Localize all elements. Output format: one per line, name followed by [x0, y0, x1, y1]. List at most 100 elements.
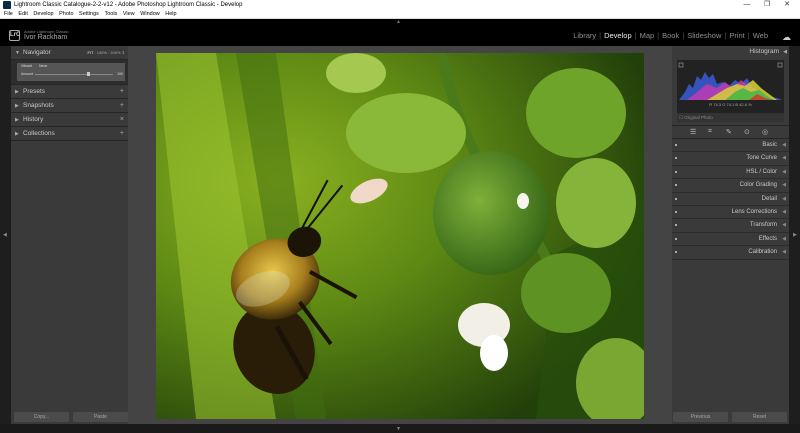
- menu-file[interactable]: File: [4, 10, 13, 19]
- section-transform[interactable]: Transform ◀: [672, 219, 789, 233]
- brush-icon[interactable]: ✎: [726, 128, 732, 136]
- paste-button[interactable]: Paste: [73, 412, 128, 422]
- preview-label-neon: Neon: [39, 64, 48, 68]
- right-edge-strip: ▶: [789, 46, 800, 424]
- filmstrip-toggle-icon[interactable]: ▼: [396, 426, 401, 432]
- navigator-image: Vibrant Neon Amount 100: [17, 63, 125, 81]
- histogram-header[interactable]: Histogram ◀: [672, 46, 789, 58]
- expand-triangle-icon: ◀: [782, 195, 786, 202]
- navigator-zoom[interactable]: FIT : 100% : 200% ⇕: [87, 46, 125, 60]
- menu-help[interactable]: Help: [165, 10, 176, 19]
- window-title: Lightroom Classic Catalogue-2-2-v12 - Ad…: [14, 2, 243, 8]
- zoom-100[interactable]: 100%: [97, 50, 107, 55]
- previous-button[interactable]: Previous: [673, 412, 728, 422]
- module-map[interactable]: Map: [640, 31, 655, 40]
- photo-canvas[interactable]: [128, 46, 672, 424]
- menu-window[interactable]: Window: [140, 10, 160, 19]
- histogram-readout: R 74.3 G 74.1 B 42.6 %: [709, 102, 752, 107]
- preview-slider: [35, 74, 113, 75]
- snapshots-label: Snapshots: [23, 102, 54, 109]
- tool-strip: ☰ ⌗ ✎ ⊙ ◎: [672, 125, 789, 139]
- section-tone-curve[interactable]: Tone Curve ◀: [672, 152, 789, 166]
- zoom-fit[interactable]: FIT: [87, 50, 93, 55]
- filmstrip-bar: ▼: [0, 425, 800, 433]
- expand-triangle-icon: ◀: [782, 155, 786, 162]
- crop-icon[interactable]: ⌗: [708, 128, 712, 136]
- left-panel: ▼ Navigator FIT : 100% : 200% ⇕ Vibrant …: [11, 46, 128, 424]
- preview-slider-knob: [87, 72, 90, 76]
- clear-history-icon[interactable]: ×: [120, 113, 124, 127]
- section-calibration[interactable]: Calibration ◀: [672, 246, 789, 260]
- close-button[interactable]: ✕: [778, 0, 796, 10]
- preview-label-vibrant: Vibrant: [21, 64, 33, 68]
- expand-triangle-icon: ▶: [15, 117, 19, 123]
- right-panel-toggle-icon[interactable]: ▶: [793, 232, 797, 238]
- expand-triangle-icon: ◀: [782, 235, 786, 242]
- navigator-header[interactable]: ▼ Navigator FIT : 100% : 200% ⇕: [11, 46, 128, 60]
- module-develop[interactable]: Develop: [604, 31, 632, 40]
- collapse-triangle-icon: ▼: [15, 50, 20, 56]
- zoom-200[interactable]: 200%: [110, 50, 120, 55]
- history-header[interactable]: ▶ History ×: [11, 113, 128, 127]
- section-effects[interactable]: Effects ◀: [672, 233, 789, 247]
- expand-triangle-icon: ◀: [782, 168, 786, 175]
- photo-bee-on-flower[interactable]: [156, 53, 644, 419]
- cloud-icon[interactable]: ☁: [782, 32, 791, 43]
- expand-triangle-icon: ◀: [782, 208, 786, 215]
- left-edge-strip: ◀: [0, 46, 11, 424]
- readout-r: 74.3: [713, 102, 722, 107]
- histogram-label: Histogram: [749, 48, 779, 55]
- menu-develop[interactable]: Develop: [33, 10, 53, 19]
- module-picker: Library | Develop | Map | Book | Slideshow | Print…: [573, 31, 768, 40]
- left-panel-toggle-icon[interactable]: ◀: [3, 232, 7, 238]
- collections-label: Collections: [23, 130, 55, 137]
- collapse-triangle-icon: ◀: [783, 49, 787, 55]
- menu-photo[interactable]: Photo: [59, 10, 73, 19]
- expand-triangle-icon: ▶: [15, 89, 19, 95]
- snapshots-header[interactable]: ▶ Snapshots +: [11, 99, 128, 113]
- readout-b: 42.6: [739, 102, 747, 107]
- collections-header[interactable]: ▶ Collections +: [11, 127, 128, 141]
- menu-tools[interactable]: Tools: [104, 10, 117, 19]
- module-slideshow[interactable]: Slideshow: [687, 31, 721, 40]
- module-library[interactable]: Library: [573, 31, 596, 40]
- menu-view[interactable]: View: [123, 10, 135, 19]
- copy-paste-bar: Copy... Paste: [14, 412, 128, 422]
- menu-settings[interactable]: Settings: [79, 10, 99, 19]
- add-collection-icon[interactable]: +: [120, 127, 124, 141]
- app-icon: [3, 1, 11, 9]
- lrc-logo-icon: LrC: [9, 30, 20, 41]
- sliders-icon[interactable]: ☰: [690, 128, 696, 136]
- add-preset-icon[interactable]: +: [120, 85, 124, 99]
- section-lens-corrections[interactable]: Lens Corrections ◀: [672, 206, 789, 220]
- module-print[interactable]: Print: [729, 31, 744, 40]
- minimize-button[interactable]: —: [738, 0, 756, 10]
- section-hsl-color[interactable]: HSL / Color ◀: [672, 166, 789, 180]
- histogram[interactable]: R 74.3 G 74.1 B 42.6 %: [677, 60, 784, 113]
- navigator-label: Navigator: [23, 49, 51, 56]
- reset-button[interactable]: Reset: [732, 412, 787, 422]
- navigator-preview[interactable]: Vibrant Neon Amount 100: [11, 60, 128, 85]
- preview-label-amount: Amount: [21, 72, 34, 76]
- add-snapshot-icon[interactable]: +: [120, 99, 124, 113]
- readout-g: 74.1: [726, 102, 735, 107]
- history-label: History: [23, 116, 44, 123]
- module-web[interactable]: Web: [753, 31, 768, 40]
- copy-button[interactable]: Copy...: [14, 412, 69, 422]
- user-name: Ivor Rackham: [24, 34, 68, 41]
- top-panel-toggle-icon[interactable]: ▲: [396, 19, 401, 25]
- section-detail[interactable]: Detail ◀: [672, 193, 789, 206]
- window-title-bar: Lightroom Classic Catalogue-2-2-v12 - Ad…: [0, 0, 800, 10]
- module-book[interactable]: Book: [662, 31, 679, 40]
- section-color-grading[interactable]: Color Grading ◀: [672, 179, 789, 193]
- menu-edit[interactable]: Edit: [18, 10, 27, 19]
- previous-reset-bar: Previous Reset: [673, 412, 787, 422]
- redeye-icon[interactable]: ⊙: [744, 128, 750, 136]
- expand-triangle-icon: ◀: [782, 182, 786, 189]
- presets-header[interactable]: ▶ Presets +: [11, 85, 128, 99]
- mask-icon[interactable]: ◎: [762, 128, 768, 136]
- section-basic[interactable]: Basic ◀: [672, 139, 789, 153]
- original-photo-checkbox[interactable]: ☐ Original Photo: [677, 113, 784, 122]
- maximize-button[interactable]: ❐: [758, 0, 776, 10]
- right-panel: Histogram ◀ R 74.3 G 74.1 B 42.6 % ☐ Ori…: [672, 46, 789, 424]
